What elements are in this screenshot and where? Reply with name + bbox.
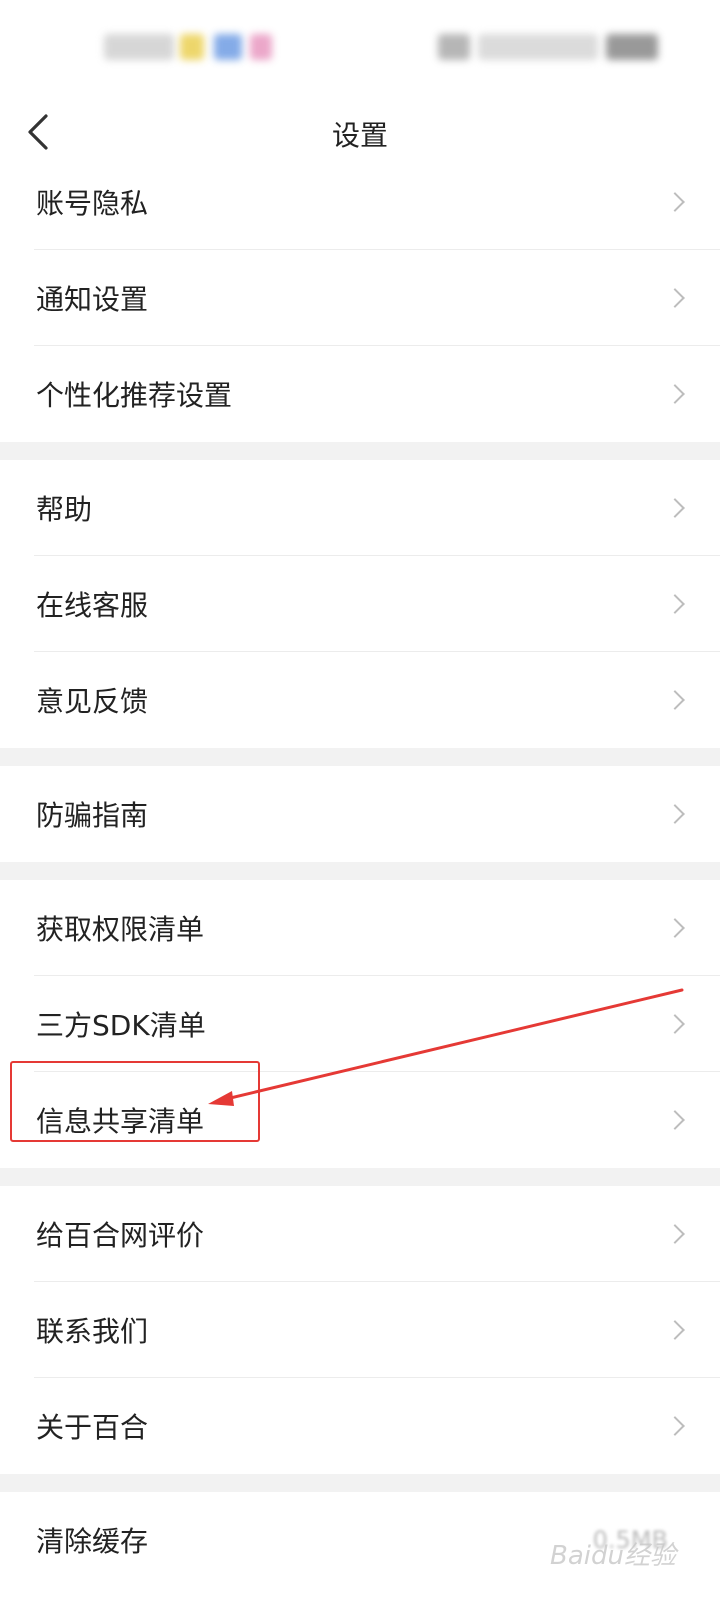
settings-item-label: 防骗指南 (36, 799, 149, 832)
group-divider (0, 862, 720, 880)
settings-item-label: 账号隐私 (36, 187, 149, 220)
chevron-right-icon (665, 1416, 685, 1436)
settings-item-permission-list[interactable]: 获取权限清单 (0, 880, 720, 976)
settings-item-about[interactable]: 关于百合 (0, 1378, 720, 1474)
settings-item-label: 信息共享清单 (36, 1105, 205, 1138)
chevron-right-icon (665, 804, 685, 824)
settings-item-third-party-sdk-list[interactable]: 三方SDK清单 (0, 976, 720, 1072)
settings-item-feedback[interactable]: 意见反馈 (0, 652, 720, 748)
status-time (104, 34, 174, 60)
chevron-right-icon (665, 1224, 685, 1244)
settings-item-contact-us[interactable]: 联系我们 (0, 1282, 720, 1378)
settings-group-compliance: 获取权限清单 三方SDK清单 信息共享清单 (0, 880, 720, 1168)
network-speed (478, 34, 598, 60)
settings-item-label: 给百合网评价 (36, 1219, 205, 1252)
settings-item-notification[interactable]: 通知设置 (0, 250, 720, 346)
settings-item-label: 三方SDK清单 (36, 1009, 206, 1042)
signal-icon (438, 34, 470, 60)
chevron-right-icon (665, 1014, 685, 1034)
settings-item-anti-fraud-guide[interactable]: 防骗指南 (0, 766, 720, 862)
settings-item-label: 意见反馈 (36, 685, 149, 718)
settings-item-info-sharing-list[interactable]: 信息共享清单 (0, 1072, 720, 1168)
status-bar (0, 0, 720, 96)
chevron-right-icon (665, 384, 685, 404)
settings-group-support: 帮助 在线客服 意见反馈 (0, 460, 720, 748)
settings-item-label: 帮助 (36, 493, 93, 526)
settings-item-label: 在线客服 (36, 589, 149, 622)
settings-item-account-privacy[interactable]: 账号隐私 (0, 154, 720, 250)
settings-group-safety: 防骗指南 (0, 766, 720, 862)
settings-item-rate-app[interactable]: 给百合网评价 (0, 1186, 720, 1282)
settings-item-online-service[interactable]: 在线客服 (0, 556, 720, 652)
settings-item-label: 联系我们 (36, 1315, 149, 1348)
chevron-right-icon (665, 918, 685, 938)
battery-icon (606, 34, 658, 60)
chevron-right-icon (665, 498, 685, 518)
chevron-right-icon (665, 1320, 685, 1340)
settings-group-about: 给百合网评价 联系我们 关于百合 (0, 1186, 720, 1474)
settings-item-label: 获取权限清单 (36, 913, 205, 946)
settings-list: 账号隐私 通知设置 个性化推荐设置 帮助 在线客服 意见反馈 防骗指南 获取权限… (0, 154, 720, 1588)
settings-item-label: 关于百合 (36, 1411, 149, 1444)
chevron-right-icon (665, 288, 685, 308)
notification-icon (180, 34, 204, 60)
settings-item-label: 通知设置 (36, 283, 149, 316)
chevron-right-icon (665, 192, 685, 212)
page-title: 设置 (331, 119, 388, 152)
watermark: Baidu经验 (550, 1541, 676, 1571)
chevron-right-icon (665, 594, 685, 614)
group-divider (0, 442, 720, 460)
settings-group-account: 账号隐私 通知设置 个性化推荐设置 (0, 154, 720, 442)
group-divider (0, 1168, 720, 1186)
group-divider (0, 1474, 720, 1492)
settings-item-label: 清除缓存 (36, 1525, 149, 1558)
notification-icon (250, 34, 272, 60)
chevron-right-icon (665, 690, 685, 710)
settings-item-label: 个性化推荐设置 (36, 379, 233, 412)
group-divider (0, 748, 720, 766)
chevron-right-icon (665, 1110, 685, 1130)
settings-item-personalized-recommendation[interactable]: 个性化推荐设置 (0, 346, 720, 442)
notification-icon (214, 34, 242, 60)
settings-item-help[interactable]: 帮助 (0, 460, 720, 556)
